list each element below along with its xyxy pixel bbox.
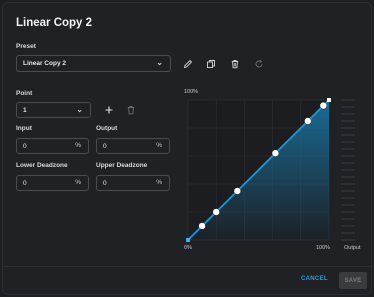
preset-label: Preset — [16, 43, 36, 50]
x-end-label: 100% — [316, 245, 331, 251]
dialog-title: Linear Copy 2 — [16, 17, 93, 29]
upper-deadzone-field[interactable]: 0 % — [96, 175, 170, 191]
curve-point[interactable] — [233, 187, 241, 195]
lower-deadzone-unit: % — [75, 179, 81, 186]
curve-end-handle[interactable] — [327, 98, 331, 102]
point-select-value: 1 — [23, 106, 27, 114]
upper-deadzone-unit: % — [156, 179, 162, 186]
input-field[interactable]: 0 % — [16, 138, 89, 154]
curve-point[interactable] — [304, 117, 312, 125]
curve-point[interactable] — [198, 222, 206, 230]
pencil-icon[interactable] — [182, 58, 194, 70]
preset-select-value: Linear Copy 2 — [23, 60, 66, 67]
upper-deadzone-value: 0 — [103, 179, 107, 187]
upper-deadzone-label: Upper Deadzone — [96, 162, 148, 169]
copy-icon[interactable] — [205, 58, 217, 70]
preset-select[interactable]: Linear Copy 2 ⌄ — [16, 55, 171, 72]
output-value: 0 — [103, 142, 107, 150]
output-field[interactable]: 0 % — [96, 138, 170, 154]
curve-point[interactable] — [212, 208, 220, 216]
curve-svg[interactable] — [183, 97, 373, 257]
x-start-label: 0% — [184, 245, 192, 251]
output-unit: % — [156, 142, 162, 149]
lower-deadzone-label: Lower Deadzone — [16, 162, 68, 169]
footer-divider — [3, 266, 373, 267]
output-label: Output — [96, 125, 118, 132]
input-unit: % — [75, 142, 81, 149]
save-button[interactable]: SAVE — [339, 272, 367, 289]
input-label: Input — [16, 125, 32, 132]
point-label: Point — [16, 90, 33, 97]
output-axis-label: Output — [344, 245, 361, 251]
curve-point[interactable] — [319, 101, 327, 110]
curve-point[interactable] — [271, 149, 280, 157]
plus-icon[interactable] — [103, 104, 115, 116]
point-select[interactable]: 1 ⌄ — [16, 102, 91, 118]
curve-graph[interactable] — [183, 97, 373, 257]
delete-point-trash-icon[interactable] — [125, 104, 137, 116]
y-max-label: 100% — [184, 89, 199, 95]
lower-deadzone-value: 0 — [23, 179, 27, 187]
input-value: 0 — [23, 142, 27, 150]
lower-deadzone-field[interactable]: 0 % — [16, 175, 89, 191]
reset-icon[interactable] — [253, 58, 265, 70]
curve-start-handle[interactable] — [186, 238, 190, 242]
chevron-down-icon: ⌄ — [156, 58, 163, 67]
chevron-down-icon: ⌄ — [76, 105, 83, 114]
curve-editor-dialog: Linear Copy 2 Preset Linear Copy 2 ⌄ Poi… — [2, 2, 373, 295]
trash-icon[interactable] — [229, 58, 241, 70]
cancel-button[interactable]: CANCEL — [301, 276, 328, 282]
